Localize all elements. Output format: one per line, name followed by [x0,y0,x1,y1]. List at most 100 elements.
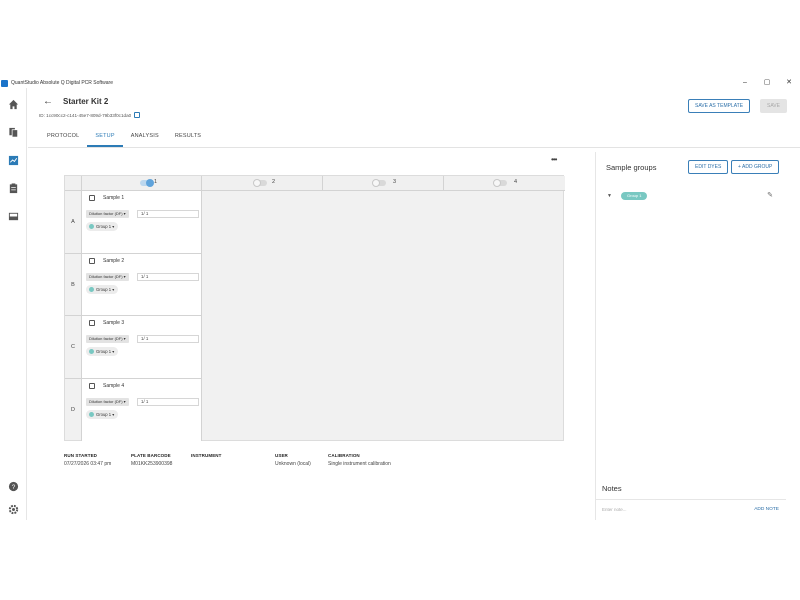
well-b1[interactable]: Sample 2 Dilution factor (DF) ▾ 1/ 1 Gro… [82,254,202,316]
user-value: Unknown (local) [275,461,311,467]
column-toggle[interactable] [253,179,267,187]
save-button[interactable]: SAVE [760,99,787,113]
group-color-dot [89,224,94,229]
window-title: QuantStudio Absolute Q Digital PCR Softw… [11,80,113,86]
settings-icon[interactable] [8,504,19,515]
plate-layout: 1 2 3 4 A B C D Sample 1 Dilution factor… [64,175,565,441]
dilution-factor-input[interactable]: 1/ 1 [137,210,199,218]
group-dropdown[interactable]: Group 1 ▾ [86,347,119,356]
dilution-factor-dropdown[interactable]: Dilution factor (DF) ▾ [86,335,129,343]
user: USER Unknown (local) [275,453,311,467]
app-logo-icon [1,79,8,87]
setup-panel: ••• 1 2 3 4 A B C D Sample 1 Dilution fa… [37,152,595,520]
group-pill: Group 1 [621,192,648,200]
group-row[interactable]: ▼ Group 1 ✎ [606,192,781,202]
maximize-button[interactable]: ▢ [756,78,778,88]
row-label-d: D [65,379,82,441]
copy-icon[interactable] [134,112,141,118]
close-button[interactable]: ✕ [778,78,800,88]
calibration-value: Single instrument calibration [328,461,391,467]
dilution-factor-dropdown[interactable]: Dilution factor (DF) ▾ [86,273,129,281]
dilution-factor-input[interactable]: 1/ 1 [137,398,199,406]
column-header-3: 3 [323,176,444,191]
tab-analysis[interactable]: ANALYSIS [123,130,167,147]
add-note-button[interactable]: ADD NOTE [754,507,779,512]
group-label: Group 1 ▾ [96,412,115,417]
calibration-label: CALIBRATION [328,453,360,458]
page-title: Starter Kit 2 [63,97,109,106]
well-c1[interactable]: Sample 3 Dilution factor (DF) ▾ 1/ 1 Gro… [82,316,202,379]
sample-checkbox[interactable] [89,258,95,264]
dilution-factor-input[interactable]: 1/ 1 [137,335,199,343]
more-options-icon[interactable]: ••• [551,156,557,164]
tab-setup[interactable]: SETUP [87,130,123,147]
well-a1[interactable]: Sample 1 Dilution factor (DF) ▾ 1/ 1 Gro… [82,191,202,254]
group-dropdown[interactable]: Group 1 ▾ [86,285,119,294]
edit-dyes-button[interactable]: EDIT DYES [688,160,729,174]
back-arrow-icon[interactable]: ← [43,97,53,107]
notes-title: Notes [602,484,622,493]
add-group-button[interactable]: + ADD GROUP [731,160,780,174]
sample-groups-panel: Sample groups EDIT DYES + ADD GROUP ▼ Gr… [595,152,786,520]
dilution-factor-dropdown[interactable]: Dilution factor (DF) ▾ [86,210,129,218]
expand-caret-icon[interactable]: ▼ [607,193,612,199]
group-color-dot [89,287,94,292]
svg-text:?: ? [12,484,16,491]
group-label: Group 1 ▾ [96,349,115,354]
group-color-dot [89,412,94,417]
app-window: QuantStudio Absolute Q Digital PCR Softw… [0,78,800,520]
group-dropdown[interactable]: Group 1 ▾ [86,222,119,231]
title-bar: QuantStudio Absolute Q Digital PCR Softw… [0,78,800,88]
sample-checkbox[interactable] [89,195,95,201]
sample-checkbox[interactable] [89,383,95,389]
sample-name: Sample 3 [103,320,125,326]
well-d1[interactable]: Sample 4 Dilution factor (DF) ▾ 1/ 1 Gro… [82,379,202,441]
sample-checkbox[interactable] [89,320,95,326]
minimize-button[interactable]: – [734,78,756,88]
row-label-c: C [65,316,82,379]
column-label: 1 [154,179,158,185]
plate-barcode: PLATE BARCODE M01KK253900398 [131,453,172,467]
tab-results[interactable]: RESULTS [167,130,209,147]
storage-icon[interactable] [8,211,19,222]
row-label-a: A [65,191,82,254]
column-toggle[interactable] [372,179,386,187]
sample-groups-title: Sample groups [606,163,657,172]
column-header-4: 4 [444,176,565,191]
nav-rail: ? [0,88,27,520]
experiment-id: ID: 1cc90cc2-c141-45e7-809d-79b33f0c1da0 [39,112,141,118]
column-header-2: 2 [202,176,323,191]
experiment-id-text: ID: 1cc90cc2-c141-45e7-809d-79b33f0c1da0 [39,112,132,118]
tab-bar: PROTOCOL SETUP ANALYSIS RESULTS [39,130,209,147]
files-icon[interactable] [8,127,19,138]
row-label-b: B [65,254,82,316]
calibration: CALIBRATION Single instrument calibratio… [328,453,391,467]
notes-divider [596,499,786,500]
column-toggle[interactable] [140,179,154,187]
instrument: INSTRUMENT [191,453,222,461]
group-label: Group 1 ▾ [96,287,115,292]
dilution-factor-dropdown[interactable]: Dilution factor (DF) ▾ [86,398,129,406]
help-icon[interactable]: ? [8,481,19,492]
column-label: 4 [514,179,518,185]
plate-barcode-label: PLATE BARCODE [131,453,171,458]
column-toggle[interactable] [493,179,507,187]
tab-protocol[interactable]: PROTOCOL [39,130,87,147]
column-header-1: 1 [82,176,202,191]
home-icon[interactable] [8,99,19,110]
sample-name: Sample 4 [103,383,125,389]
instrument-label: INSTRUMENT [191,453,222,458]
chart-icon[interactable] [8,155,19,166]
dilution-factor-input[interactable]: 1/ 1 [137,273,199,281]
sample-name: Sample 2 [103,258,125,264]
column-label: 2 [272,179,276,185]
run-started-label: RUN STARTED [64,453,98,458]
corner-cell [65,176,82,191]
group-dropdown[interactable]: Group 1 ▾ [86,410,119,419]
note-input[interactable]: Enter note... [602,507,627,512]
save-as-template-button[interactable]: SAVE AS TEMPLATE [688,99,751,113]
edit-pencil-icon[interactable]: ✎ [767,191,773,199]
column-label: 3 [393,179,397,185]
group-label: Group 1 ▾ [96,224,115,229]
clipboard-icon[interactable] [8,183,19,194]
